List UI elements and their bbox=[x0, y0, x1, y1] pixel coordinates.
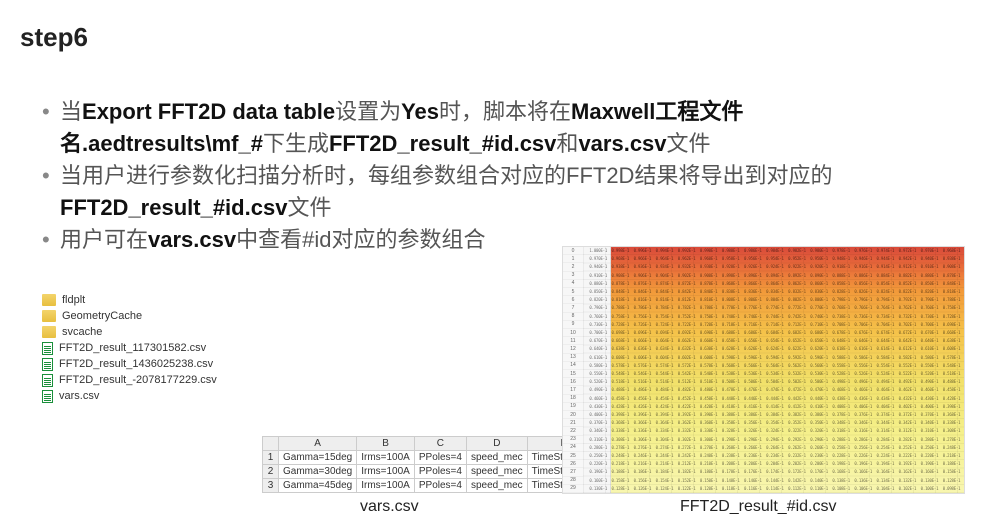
csv-file-item: FFT2D_result_117301582.csv bbox=[42, 340, 217, 356]
page-title: step6 bbox=[20, 22, 88, 53]
folder-icon bbox=[42, 310, 56, 322]
folder-item: svcache bbox=[42, 324, 217, 340]
caption-vars: vars.csv bbox=[360, 498, 419, 516]
csv-icon bbox=[42, 358, 53, 371]
folder-item: GeometryCache bbox=[42, 308, 217, 324]
folder-icon bbox=[42, 294, 56, 306]
file-list: fldpltGeometryCachesvcacheFFT2D_result_1… bbox=[42, 292, 217, 404]
bullet-list: •当Export FFT2D data table设置为Yes时，脚本将在Max… bbox=[42, 96, 942, 255]
folder-icon bbox=[42, 326, 56, 338]
csv-file-item: FFT2D_result_-2078177229.csv bbox=[42, 372, 217, 388]
bullet-item: •当Export FFT2D data table设置为Yes时，脚本将在Max… bbox=[42, 96, 942, 160]
folder-item: fldplt bbox=[42, 292, 217, 308]
csv-icon bbox=[42, 342, 53, 355]
csv-file-item: FFT2D_result_1436025238.csv bbox=[42, 356, 217, 372]
bullet-item: •当用户进行参数化扫描分析时，每组参数组合对应的FFT2D结果将导出到对应的FF… bbox=[42, 160, 942, 224]
caption-heat: FFT2D_result_#id.csv bbox=[680, 498, 837, 516]
csv-icon bbox=[42, 390, 53, 403]
heatmap-preview: 0123456789101112131415161718192021222324… bbox=[562, 246, 965, 494]
csv-icon bbox=[42, 374, 53, 387]
csv-file-item: vars.csv bbox=[42, 388, 217, 404]
